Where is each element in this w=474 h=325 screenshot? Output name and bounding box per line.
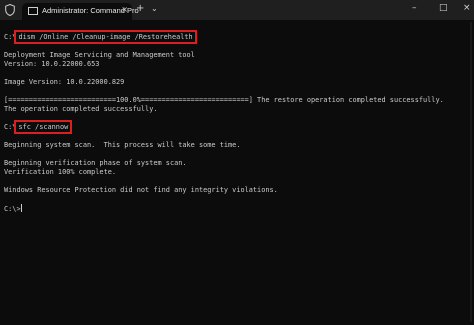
output-line: Verification 100% complete. xyxy=(4,168,117,176)
sfc-command: sfc /scannow xyxy=(14,120,73,134)
terminal-window: Administrator: Command Pro × + ⌄ – □ × C… xyxy=(0,0,474,325)
console-output[interactable]: C:\ dism /Online /Cleanup-image /Restoreh… xyxy=(4,23,470,325)
maximize-button[interactable]: □ xyxy=(439,3,448,13)
dism-command: dism /Online /Cleanup-image /Restoreheal… xyxy=(14,30,197,44)
tab-command-prompt[interactable]: Administrator: Command Pro × xyxy=(22,3,139,20)
shield-icon xyxy=(5,4,15,16)
output-line: Image Version: 10.0.22000.829 xyxy=(4,78,125,86)
title-bar: Administrator: Command Pro × + ⌄ – □ × xyxy=(0,0,474,20)
prompt-line-sfc: C:\ sfc /scannow xyxy=(4,120,73,134)
prompt-prefix: C:\ xyxy=(4,123,17,131)
output-line: Beginning system scan. This process will… xyxy=(4,141,241,149)
minimize-button[interactable]: – xyxy=(412,3,417,13)
current-prompt: C:\> xyxy=(4,205,21,213)
output-line: Windows Resource Protection did not find… xyxy=(4,186,278,194)
tab-close-icon[interactable]: × xyxy=(121,5,128,14)
output-line: Deployment Image Servicing and Managemen… xyxy=(4,51,195,59)
close-button[interactable]: × xyxy=(463,3,471,13)
prompt-line-dism: C:\ dism /Online /Cleanup-image /Restoreh… xyxy=(4,30,197,44)
chevron-down-icon[interactable]: ⌄ xyxy=(151,4,158,13)
new-tab-button[interactable]: + xyxy=(136,3,144,14)
vertical-scrollbar[interactable] xyxy=(470,22,472,322)
output-line: The operation completed successfully. xyxy=(4,105,158,113)
prompt-line-current: C:\> xyxy=(4,204,22,214)
progress-line: [==========================100.0%=======… xyxy=(4,96,444,104)
prompt-prefix: C:\ xyxy=(4,33,17,41)
text-cursor xyxy=(20,204,22,212)
terminal-icon xyxy=(28,7,38,15)
output-line: Version: 10.0.22000.653 xyxy=(4,60,100,68)
output-line: Beginning verification phase of system s… xyxy=(4,159,187,167)
